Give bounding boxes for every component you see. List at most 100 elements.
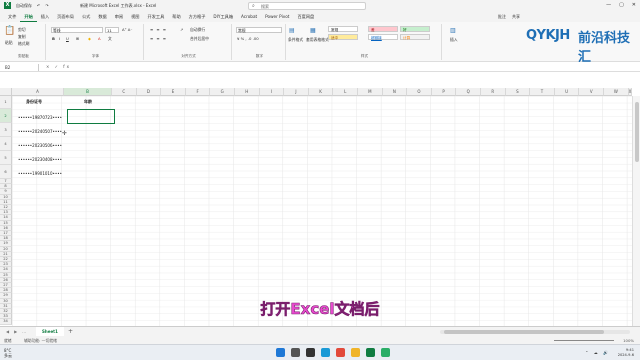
vertical-scrollbar[interactable] <box>632 96 640 330</box>
tab-12[interactable]: Acrobat <box>237 12 261 22</box>
file-explorer-icon[interactable] <box>351 348 360 357</box>
sheet-next-icon[interactable]: ▶ <box>14 329 17 334</box>
column-header-X[interactable]: X <box>628 88 632 96</box>
column-header-N[interactable]: N <box>382 88 408 96</box>
excel-icon[interactable] <box>366 348 375 357</box>
grow-font-icon[interactable]: A⁺ A⁻ <box>122 27 132 32</box>
windows-start-icon[interactable] <box>276 348 285 357</box>
column-header-W[interactable]: W <box>604 88 629 96</box>
insert-cells-icon[interactable]: ▥ <box>450 27 456 34</box>
row-header-2[interactable]: 2 <box>0 109 12 123</box>
row-header-5[interactable]: 5 <box>0 151 12 165</box>
tab-2[interactable]: 插入 <box>37 12 53 22</box>
row-header-34[interactable]: 34 <box>0 319 12 325</box>
row-header-6[interactable]: 6 <box>0 165 12 179</box>
tab-9[interactable]: 帮助 <box>168 12 184 22</box>
tab-8[interactable]: 开发工具 <box>144 12 169 22</box>
column-header-H[interactable]: H <box>235 88 260 96</box>
fill-color-icon[interactable]: ◆ <box>88 36 91 41</box>
table-format-button[interactable]: 套用表格格式 <box>306 37 329 43</box>
copy-button[interactable]: 复制 <box>18 34 26 40</box>
add-sheet-button[interactable]: + <box>68 328 73 335</box>
chrome-icon[interactable] <box>336 348 345 357</box>
column-header-G[interactable]: G <box>210 88 235 96</box>
cell-A5[interactable]: ••••••20230408•••• <box>18 157 62 162</box>
column-header-P[interactable]: P <box>431 88 457 96</box>
tab-4[interactable]: 公式 <box>78 12 94 22</box>
tab-6[interactable]: 审阅 <box>111 12 127 22</box>
underline-button[interactable]: U <box>66 36 69 41</box>
share-button[interactable]: 共享 <box>512 14 520 20</box>
active-cell-B2[interactable] <box>67 109 115 124</box>
phonetic-icon[interactable]: 文 <box>108 36 112 42</box>
tab-3[interactable]: 页面布局 <box>53 12 78 22</box>
column-header-I[interactable]: I <box>259 88 285 96</box>
column-header-T[interactable]: T <box>530 88 555 96</box>
vertical-scroll-thumb[interactable] <box>635 102 639 162</box>
font-color-icon[interactable]: A <box>98 36 101 41</box>
tab-0[interactable]: 文件 <box>4 12 20 22</box>
sheet-prev-icon[interactable]: ◀ <box>6 329 9 334</box>
border-icon[interactable]: ⊞ <box>76 36 79 41</box>
redo-icon[interactable]: ↷ <box>45 3 48 8</box>
task-view-icon[interactable] <box>306 348 315 357</box>
cell-grid[interactable] <box>12 96 632 330</box>
number-format-icons[interactable]: ¥ % , .0 .00 <box>237 36 259 41</box>
cell-style-3[interactable]: 适中 <box>328 34 358 40</box>
bold-button[interactable]: B <box>52 36 55 41</box>
search-box[interactable]: ⌕ 搜索 <box>248 2 366 10</box>
minimize-button[interactable]: — <box>606 2 611 8</box>
tab-11[interactable]: DIY工具箱 <box>209 12 237 22</box>
column-header-Q[interactable]: Q <box>456 88 481 96</box>
clock[interactable]: 9:41 2024-9-6 <box>618 348 634 357</box>
cell-B1[interactable]: 年龄 <box>84 99 92 105</box>
column-header-V[interactable]: V <box>579 88 604 96</box>
cell-style-4[interactable]: 超链接 <box>368 34 398 40</box>
maximize-button[interactable]: ▢ <box>619 2 624 8</box>
edge-icon[interactable] <box>321 348 330 357</box>
column-header-B[interactable]: B <box>64 88 112 96</box>
select-all-corner[interactable] <box>0 88 12 96</box>
comments-button[interactable]: 批注 <box>498 14 506 20</box>
horizontal-scroll-thumb[interactable] <box>444 330 604 334</box>
row-header-4[interactable]: 4 <box>0 137 12 151</box>
paste-button[interactable]: 粘贴 <box>5 40 13 46</box>
tab-10[interactable]: 方方格子 <box>185 12 210 22</box>
italic-button[interactable]: I <box>59 36 60 41</box>
cell-A6[interactable]: ••••••19901010•••• <box>18 171 62 176</box>
vertical-align-icons[interactable]: ≡ ≡ ≡ <box>150 27 167 32</box>
cell-A2[interactable]: ••••••19870723•••• <box>18 115 62 120</box>
row-header-1[interactable]: 1 <box>0 96 12 109</box>
column-header-F[interactable]: F <box>185 88 211 96</box>
conditional-format-icon[interactable]: ▤ <box>289 27 295 34</box>
cell-A3[interactable]: ••••••20240507•••• <box>18 129 62 134</box>
cell-A4[interactable]: ••••••20230506•••• <box>18 143 62 148</box>
column-header-S[interactable]: S <box>505 88 531 96</box>
column-header-L[interactable]: L <box>333 88 358 96</box>
font-name-select[interactable]: 等线 <box>51 27 103 33</box>
tab-5[interactable]: 数据 <box>94 12 110 22</box>
column-header-O[interactable]: O <box>407 88 432 96</box>
tab-1[interactable]: 开始 <box>20 12 37 22</box>
horizontal-scrollbar[interactable] <box>440 330 630 334</box>
sheet-more-icon[interactable]: … <box>22 329 26 334</box>
table-format-icon[interactable]: ▦ <box>310 27 316 34</box>
cell-style-2[interactable]: 好 <box>400 26 430 32</box>
column-header-R[interactable]: R <box>481 88 506 96</box>
cell-style-0[interactable]: 常规 <box>328 26 358 32</box>
conditional-format-button[interactable]: 条件格式 <box>288 37 303 43</box>
wrap-text-button[interactable]: 自动换行 <box>190 27 205 33</box>
column-header-C[interactable]: C <box>112 88 137 96</box>
tab-14[interactable]: 百度网盘 <box>293 12 318 22</box>
orientation-icon[interactable]: ↗ <box>180 27 183 32</box>
insert-cells-button[interactable]: 插入 <box>450 37 458 43</box>
row-header-3[interactable]: 3 <box>0 123 12 137</box>
column-header-K[interactable]: K <box>308 88 334 96</box>
paste-icon[interactable]: 📋 <box>4 26 15 36</box>
column-header-E[interactable]: E <box>161 88 186 96</box>
column-header-J[interactable]: J <box>284 88 309 96</box>
system-tray-icons[interactable]: ⌃ ☁ 🔊 <box>585 350 610 355</box>
cell-A1[interactable]: 身份证号 <box>26 99 42 105</box>
column-header-M[interactable]: M <box>358 88 383 96</box>
close-button[interactable]: ✕ <box>632 2 636 8</box>
